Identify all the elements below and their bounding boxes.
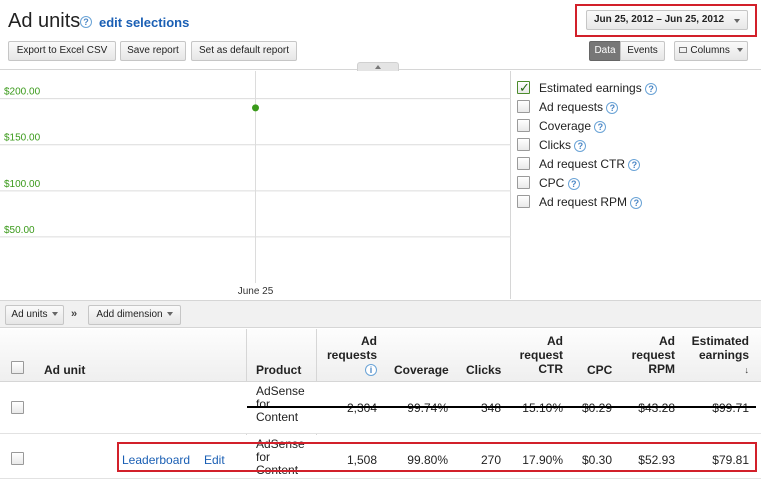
column-header-cpc[interactable]: CPC bbox=[587, 363, 612, 377]
row-checkbox[interactable] bbox=[11, 452, 24, 465]
columns-label: Columns bbox=[690, 45, 730, 56]
help-icon[interactable]: ? bbox=[628, 159, 641, 171]
ad-requests-cell: 2,304 bbox=[346, 401, 377, 415]
column-header-product[interactable]: Product bbox=[256, 363, 301, 377]
metric-label: Ad request RPM ? bbox=[539, 195, 643, 209]
y-tick-label: $150.00 bbox=[4, 133, 41, 144]
column-header-ad-requests[interactable]: Ad requests i bbox=[320, 334, 377, 376]
metric-label: Ad request CTR ? bbox=[539, 157, 641, 171]
add-dimension-button[interactable]: Add dimension bbox=[88, 305, 181, 325]
help-icon[interactable]: ? bbox=[574, 140, 587, 152]
info-icon[interactable]: i bbox=[365, 364, 377, 376]
help-icon[interactable]: ? bbox=[606, 102, 619, 114]
columns-button[interactable]: Columns bbox=[674, 41, 748, 61]
y-tick-label: $200.00 bbox=[4, 87, 41, 98]
chevron-down-icon bbox=[736, 48, 743, 53]
chevron-down-icon bbox=[51, 312, 58, 317]
help-icon[interactable]: ? bbox=[567, 178, 580, 190]
tab-data[interactable]: Data bbox=[589, 41, 621, 61]
metric-checkbox[interactable] bbox=[517, 157, 530, 170]
chevron-up-icon bbox=[375, 65, 381, 69]
add-dimension-label: Add dimension bbox=[96, 309, 163, 320]
data-point bbox=[252, 104, 259, 112]
ad-units-dimension-button[interactable]: Ad units bbox=[5, 305, 64, 325]
ctr-cell: 15.10% bbox=[522, 401, 563, 415]
cpc-cell: $0.29 bbox=[581, 401, 612, 415]
help-icon[interactable]: ? bbox=[645, 83, 658, 95]
column-header-ad-unit[interactable]: Ad unit bbox=[44, 363, 85, 377]
chart-canvas: $50.00 $100.00 $150.00 $200.00 June 25 bbox=[0, 71, 511, 297]
metric-checkbox[interactable] bbox=[517, 119, 530, 132]
table-row: AdSense for Content 2,304 99.74% 348 15.… bbox=[0, 382, 761, 434]
chevron-down-icon bbox=[166, 312, 173, 317]
checkmark-icon: ✓ bbox=[519, 80, 530, 95]
metric-checkbox[interactable] bbox=[517, 195, 530, 208]
save-report-button[interactable]: Save report bbox=[120, 41, 186, 61]
column-header-clicks[interactable]: Clicks bbox=[466, 363, 501, 377]
product-cell: AdSense for Content bbox=[256, 384, 305, 424]
export-csv-button[interactable]: Export to Excel CSV bbox=[8, 41, 116, 61]
page-title: Ad units bbox=[8, 10, 81, 32]
dimension-bar: Ad units » Add dimension bbox=[0, 300, 761, 328]
chevron-right-icon: » bbox=[71, 308, 78, 320]
clicks-cell: 348 bbox=[480, 401, 501, 415]
strikethrough-line bbox=[247, 406, 756, 408]
date-range-picker[interactable]: Jun 25, 2012 – Jun 25, 2012 bbox=[586, 10, 748, 30]
table-header-row: Ad unit Product Ad requests i Coverage C… bbox=[0, 329, 761, 382]
metric-label: CPC ? bbox=[539, 176, 580, 190]
metric-label: Ad requests ? bbox=[539, 100, 619, 114]
rpm-cell: $43.28 bbox=[638, 401, 675, 415]
x-tick-label: June 25 bbox=[238, 286, 274, 297]
metric-checkbox[interactable] bbox=[517, 100, 530, 113]
row-checkbox[interactable] bbox=[11, 401, 24, 414]
collapse-chart-toggle[interactable] bbox=[357, 62, 399, 71]
help-icon[interactable]: ? bbox=[594, 121, 607, 133]
metric-checkbox[interactable] bbox=[517, 138, 530, 151]
column-header-estimated-earnings[interactable]: Estimated earnings ↓ bbox=[682, 334, 749, 377]
date-range-label: Jun 25, 2012 – Jun 25, 2012 bbox=[594, 14, 725, 25]
coverage-cell: 99.74% bbox=[407, 401, 448, 415]
y-tick-label: $50.00 bbox=[4, 225, 35, 236]
tab-events[interactable]: Events bbox=[620, 41, 665, 61]
metric-checkbox[interactable]: ✓ bbox=[517, 80, 530, 95]
columns-icon bbox=[679, 47, 688, 54]
sort-descending-icon: ↓ bbox=[744, 365, 750, 375]
chevron-down-icon bbox=[734, 19, 740, 23]
metric-label: Clicks ? bbox=[539, 138, 587, 152]
column-header-coverage[interactable]: Coverage bbox=[394, 363, 449, 377]
help-icon[interactable]: ? bbox=[630, 197, 643, 209]
y-tick-label: $100.00 bbox=[4, 179, 41, 190]
set-default-report-button[interactable]: Set as default report bbox=[191, 41, 297, 61]
column-header-ad-request-ctr[interactable]: Ad request CTR bbox=[510, 334, 563, 376]
metric-label: Estimated earnings ? bbox=[539, 81, 658, 95]
metric-label: Coverage ? bbox=[539, 119, 607, 133]
report-header: Ad units ? edit selections Jun 25, 2012 … bbox=[0, 0, 761, 70]
metric-selector: ✓ Estimated earnings ? Ad requests ? Cov… bbox=[512, 71, 761, 299]
earnings-cell: $99.71 bbox=[712, 401, 749, 415]
ad-units-dimension-label: Ad units bbox=[11, 309, 48, 320]
earnings-chart: $50.00 $100.00 $150.00 $200.00 June 25 bbox=[0, 71, 511, 299]
row-highlight-box bbox=[117, 442, 757, 472]
metric-checkbox[interactable] bbox=[517, 176, 530, 189]
select-all-checkbox[interactable] bbox=[11, 361, 24, 374]
edit-selections-link[interactable]: edit selections bbox=[99, 15, 189, 30]
help-icon[interactable]: ? bbox=[80, 16, 92, 28]
column-header-ad-request-rpm[interactable]: Ad request RPM bbox=[622, 334, 675, 376]
